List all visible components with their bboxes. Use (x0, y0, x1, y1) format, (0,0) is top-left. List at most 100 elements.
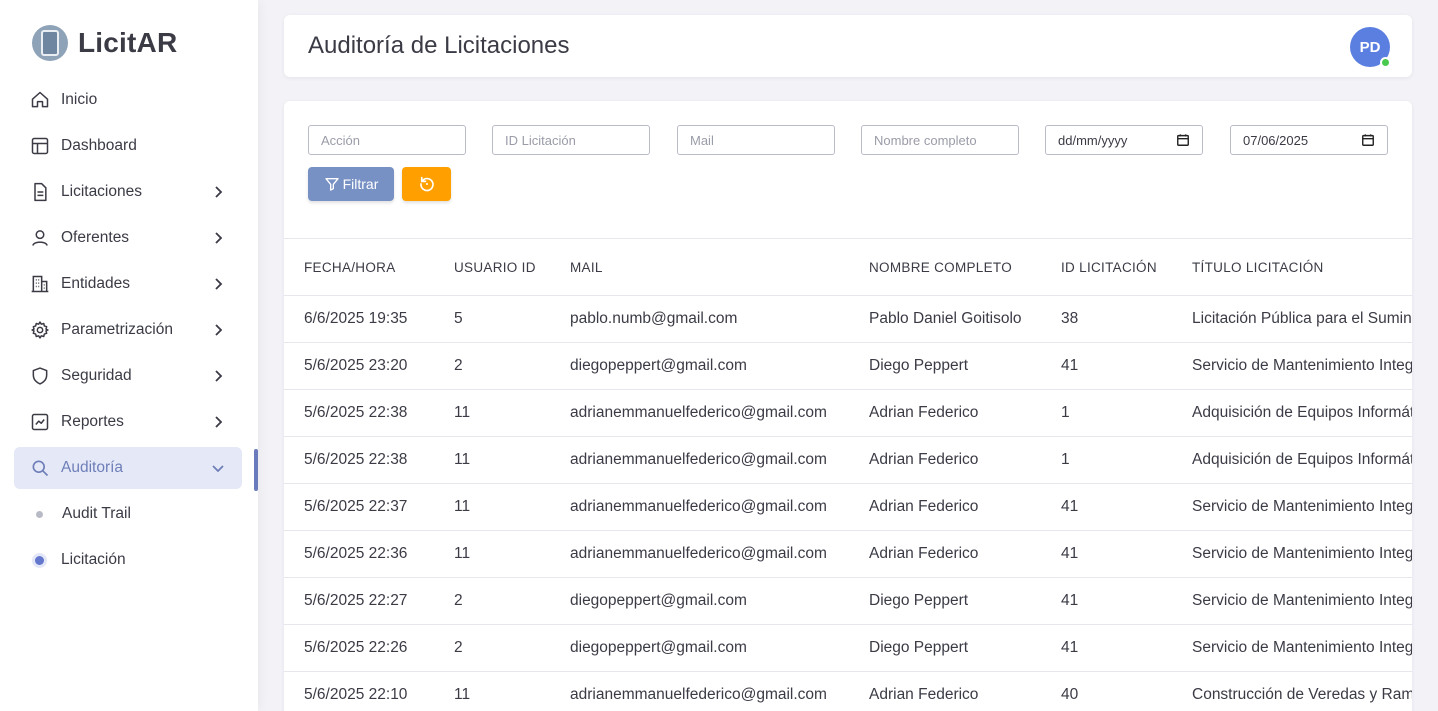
table-body: 6/6/2025 19:35 5 pablo.numb@gmail.com Pablo… (284, 295, 1412, 711)
chevron-right-icon (215, 186, 223, 198)
table-cell: adrianemmanuelfederico@gmail.com (550, 530, 849, 578)
table-cell: Servicio de Mantenimiento Integ (1172, 577, 1412, 625)
table-row[interactable]: 5/6/2025 22:26 2 diegopeppert@gmail.com Die… (284, 624, 1412, 672)
date-to-input[interactable]: 07/06/2025 (1230, 125, 1388, 155)
home-icon (30, 90, 50, 110)
table-cell: 41 (1041, 483, 1172, 531)
table-cell: 1 (1041, 389, 1172, 437)
avatar[interactable]: PD (1350, 27, 1391, 68)
brand-logo-icon (32, 25, 68, 61)
table-cell: 5/6/2025 22:38 (284, 436, 434, 484)
table-cell: Servicio de Mantenimiento Integ (1172, 483, 1412, 531)
table-cell: Diego Peppert (849, 624, 1041, 672)
column-header[interactable]: FECHA/HORA (284, 238, 434, 296)
mail-input[interactable] (677, 125, 835, 155)
filter-button[interactable]: Filtrar (308, 167, 394, 201)
table-cell: diegopeppert@gmail.com (550, 577, 849, 625)
column-header[interactable]: ID LICITACIÓN (1041, 238, 1172, 296)
table-cell: Pablo Daniel Goitisolo (849, 295, 1041, 343)
sidebar-subitem-audit-trail[interactable]: Audit Trail (14, 493, 242, 535)
table-cell: 2 (434, 342, 550, 390)
sidebar-nav: Inicio Dashboard Licitaciones Oferentes … (14, 79, 242, 585)
brand[interactable]: LicitAR (32, 25, 177, 61)
table-cell: 5/6/2025 23:20 (284, 342, 434, 390)
table-cell: 2 (434, 577, 550, 625)
online-status-icon (1380, 57, 1391, 68)
accion-input[interactable] (308, 125, 466, 155)
chart-icon (30, 412, 50, 432)
sidebar-item-oferentes[interactable]: Oferentes (14, 217, 242, 259)
table-row[interactable]: 6/6/2025 19:35 5 pablo.numb@gmail.com Pablo… (284, 295, 1412, 343)
calendar-icon[interactable] (1176, 133, 1190, 147)
table-cell: 5/6/2025 22:38 (284, 389, 434, 437)
table-row[interactable]: 5/6/2025 22:27 2 diegopeppert@gmail.com Die… (284, 577, 1412, 625)
table-cell: 5/6/2025 22:37 (284, 483, 434, 531)
chevron-right-icon (215, 278, 223, 290)
sidebar-item-label: Reportes (61, 413, 124, 430)
sidebar-item-inicio[interactable]: Inicio (14, 79, 242, 121)
dashboard-icon (30, 136, 50, 156)
table-cell: 41 (1041, 624, 1172, 672)
table-cell: 1 (1041, 436, 1172, 484)
column-header[interactable]: TÍTULO LICITACIÓN (1172, 238, 1412, 296)
column-header[interactable]: MAIL (550, 238, 849, 296)
table-cell: 2 (434, 624, 550, 672)
table-row[interactable]: 5/6/2025 22:38 11 adrianemmanuelfederico@g… (284, 436, 1412, 484)
sidebar-item-seguridad[interactable]: Seguridad (14, 355, 242, 397)
reset-button[interactable] (402, 167, 451, 201)
chevron-right-icon (215, 370, 223, 382)
table-cell: 11 (434, 671, 550, 711)
table-cell: Diego Peppert (849, 577, 1041, 625)
column-header[interactable]: USUARIO ID (434, 238, 550, 296)
sidebar-subitem-licitacion[interactable]: Licitación (14, 539, 242, 581)
date-from-value: dd/mm/yyyy (1058, 132, 1128, 148)
sidebar-item-dashboard[interactable]: Dashboard (14, 125, 242, 167)
id-licitacion-input[interactable] (492, 125, 650, 155)
table-cell: Servicio de Mantenimiento Integ (1172, 342, 1412, 390)
table-row[interactable]: 5/6/2025 23:20 2 diegopeppert@gmail.com Die… (284, 342, 1412, 390)
sidebar-subitem-label: Licitación (61, 551, 126, 568)
nombre-completo-input[interactable] (861, 125, 1019, 155)
building-icon (30, 274, 50, 294)
table-cell: 5/6/2025 22:27 (284, 577, 434, 625)
sidebar-item-reportes[interactable]: Reportes (14, 401, 242, 443)
table-cell: diegopeppert@gmail.com (550, 342, 849, 390)
date-from-input[interactable]: dd/mm/yyyy (1045, 125, 1203, 155)
table-row[interactable]: 5/6/2025 22:36 11 adrianemmanuelfederico@g… (284, 530, 1412, 578)
sidebar: LicitAR Inicio Dashboard Licitaciones Of… (0, 0, 258, 711)
sidebar-item-auditoria[interactable]: Auditoría (14, 447, 242, 489)
table-row[interactable]: 5/6/2025 22:37 11 adrianemmanuelfederico@g… (284, 483, 1412, 531)
table-cell: pablo.numb@gmail.com (550, 295, 849, 343)
sidebar-item-label: Seguridad (61, 367, 132, 384)
table-cell: Diego Peppert (849, 342, 1041, 390)
column-header[interactable]: NOMBRE COMPLETO (849, 238, 1041, 296)
table-cell: adrianemmanuelfederico@gmail.com (550, 671, 849, 711)
table-row[interactable]: 5/6/2025 22:10 11 adrianemmanuelfederico@g… (284, 671, 1412, 711)
table-cell: Adrian Federico (849, 436, 1041, 484)
table-cell: 11 (434, 483, 550, 531)
audit-table: FECHA/HORA USUARIO ID MAIL NOMBRE COMPLE… (284, 238, 1412, 711)
user-icon (30, 228, 50, 248)
filter-icon (324, 178, 339, 191)
sidebar-item-entidades[interactable]: Entidades (14, 263, 242, 305)
table-cell: Servicio de Mantenimiento Integ (1172, 624, 1412, 672)
sidebar-item-label: Parametrización (61, 321, 173, 338)
table-row[interactable]: 5/6/2025 22:38 11 adrianemmanuelfederico@g… (284, 389, 1412, 437)
table-cell: adrianemmanuelfederico@gmail.com (550, 436, 849, 484)
table-cell: 41 (1041, 530, 1172, 578)
calendar-icon[interactable] (1361, 133, 1375, 147)
table-cell: Construcción de Veredas y Ram (1172, 671, 1412, 711)
sidebar-item-label: Auditoría (61, 459, 124, 476)
table-cell: 41 (1041, 342, 1172, 390)
sidebar-item-licitaciones[interactable]: Licitaciones (14, 171, 242, 213)
sidebar-item-parametrizacion[interactable]: Parametrización (14, 309, 242, 351)
table-cell: Servicio de Mantenimiento Integ (1172, 530, 1412, 578)
page-header: Auditoría de Licitaciones PD (284, 15, 1412, 77)
shield-icon (30, 366, 50, 386)
bullet-icon (36, 510, 43, 518)
table-cell: Adquisición de Equipos Informát (1172, 389, 1412, 437)
gear-icon (30, 320, 50, 340)
table-cell: 11 (434, 436, 550, 484)
sidebar-item-label: Licitaciones (61, 183, 142, 200)
avatar-initials: PD (1359, 38, 1381, 56)
